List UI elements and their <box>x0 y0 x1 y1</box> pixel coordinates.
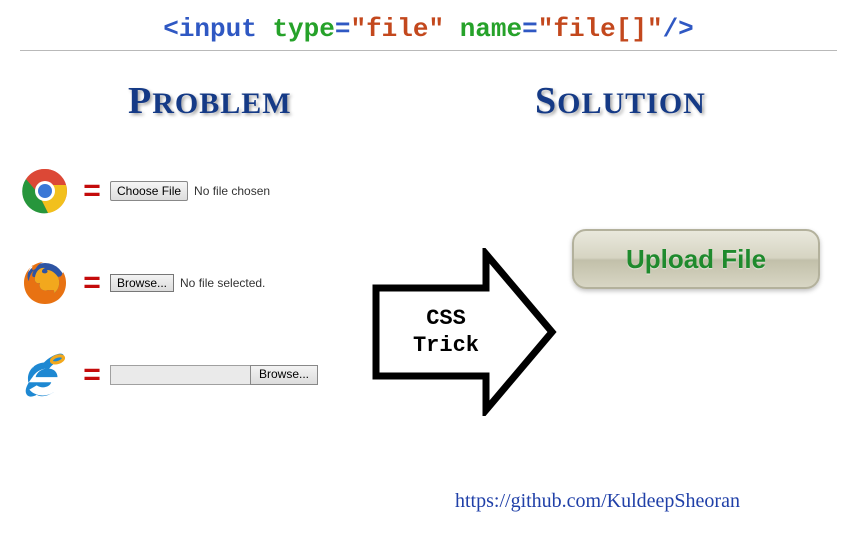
code-tag: input <box>179 14 257 44</box>
code-snippet: <input type="file" name="file[]"/> <box>0 0 857 44</box>
equals-sign: = <box>74 358 110 392</box>
code-close: /> <box>663 14 694 44</box>
code-val-type: "file" <box>350 14 444 44</box>
ie-browse-button[interactable]: Browse... <box>250 365 318 385</box>
firefox-icon <box>16 259 74 307</box>
firefox-file-input[interactable]: Browse... No file selected. <box>110 274 265 292</box>
firefox-file-status: No file selected. <box>180 276 265 290</box>
footer-url[interactable]: https://github.com/KuldeepSheoran <box>455 490 740 513</box>
arrow-label: CSS Trick <box>368 248 558 416</box>
row-firefox: = Browse... No file selected. <box>16 237 370 329</box>
code-open: < <box>163 14 179 44</box>
ie-file-field[interactable] <box>110 365 250 385</box>
ie-icon <box>16 350 74 400</box>
code-attr-type: type <box>272 14 334 44</box>
equals-sign: = <box>74 174 110 208</box>
upload-button-label: Upload File <box>626 244 766 275</box>
heading-problem: PROBLEM <box>128 79 370 123</box>
arrow-icon: CSS Trick <box>368 248 558 416</box>
code-val-name: "file[]" <box>538 14 663 44</box>
ie-file-input[interactable]: Browse... <box>110 365 318 385</box>
chrome-file-input[interactable]: Choose File No file chosen <box>110 181 270 201</box>
heading-solution: SOLUTION <box>535 79 857 123</box>
firefox-browse-button[interactable]: Browse... <box>110 274 174 292</box>
row-ie: = Browse... <box>16 329 370 421</box>
styled-upload-button[interactable]: Upload File <box>572 229 820 289</box>
chrome-icon <box>16 167 74 215</box>
chrome-file-status: No file chosen <box>194 184 270 198</box>
equals-sign: = <box>74 266 110 300</box>
row-chrome: = Choose File No file chosen <box>16 145 370 237</box>
code-attr-name: name <box>460 14 522 44</box>
chrome-choose-button[interactable]: Choose File <box>110 181 188 201</box>
